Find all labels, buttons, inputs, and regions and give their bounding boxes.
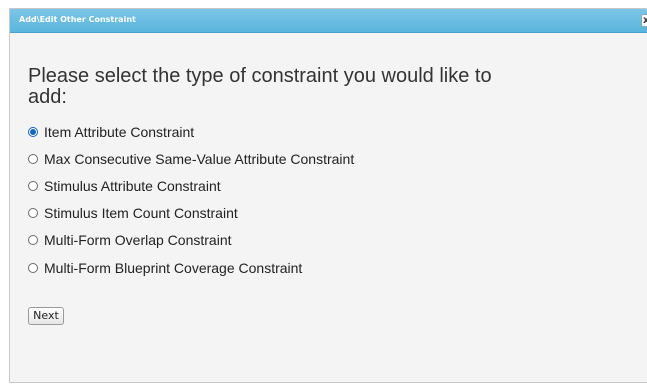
option-label: Max Consecutive Same-Value Attribute Con… <box>44 151 355 167</box>
radio-button[interactable] <box>28 181 38 191</box>
dialog-titlebar[interactable]: Add\Edit Other Constraint x <box>10 9 647 33</box>
option-label: Item Attribute Constraint <box>44 124 195 140</box>
radio-button-selected[interactable] <box>28 127 38 137</box>
dialog-prompt: Please select the type of constraint you… <box>28 65 492 108</box>
radio-button[interactable] <box>28 208 38 218</box>
option-multi-form-overlap[interactable]: Multi-Form Overlap Constraint <box>28 231 232 249</box>
option-multi-form-blueprint[interactable]: Multi-Form Blueprint Coverage Constraint <box>28 259 302 277</box>
radio-button[interactable] <box>28 235 38 245</box>
dialog-close-button[interactable]: x <box>641 14 647 27</box>
radio-button[interactable] <box>28 154 38 164</box>
option-stimulus-attribute[interactable]: Stimulus Attribute Constraint <box>28 177 221 195</box>
radio-button[interactable] <box>28 263 38 273</box>
close-icon: x <box>643 15 647 26</box>
option-stimulus-item-count[interactable]: Stimulus Item Count Constraint <box>28 204 238 222</box>
dialog-title: Add\Edit Other Constraint <box>19 15 136 24</box>
option-item-attribute[interactable]: Item Attribute Constraint <box>28 123 194 141</box>
option-label: Multi-Form Blueprint Coverage Constraint <box>44 260 303 276</box>
constraint-dialog: Add\Edit Other Constraint x Please selec… <box>9 8 647 383</box>
option-label: Multi-Form Overlap Constraint <box>44 232 232 248</box>
option-max-consecutive[interactable]: Max Consecutive Same-Value Attribute Con… <box>28 150 354 168</box>
option-label: Stimulus Attribute Constraint <box>44 178 221 194</box>
option-label: Stimulus Item Count Constraint <box>44 205 238 221</box>
next-button[interactable]: Next <box>28 307 64 325</box>
